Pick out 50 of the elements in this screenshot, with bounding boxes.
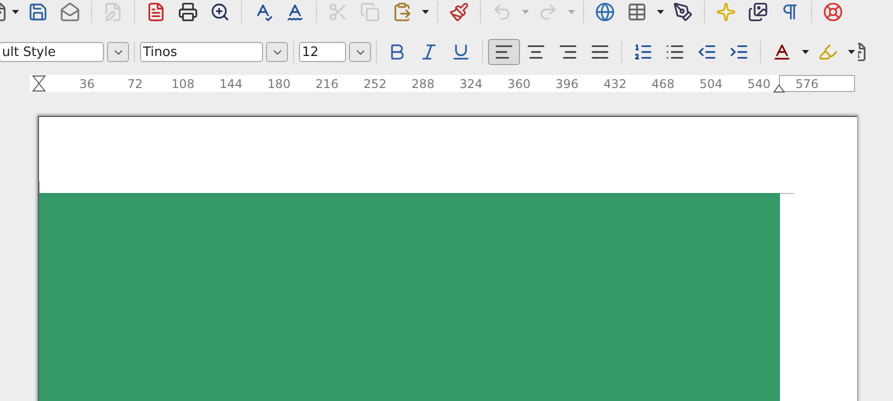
font-color-icon [772, 42, 792, 62]
ruler-label: 36 [79, 76, 95, 90]
caret-icon [422, 10, 428, 14]
print-preview-icon [210, 2, 230, 22]
caret-icon [848, 50, 854, 54]
numbered-list-icon [633, 42, 653, 62]
toolbar-button[interactable] [488, 39, 520, 65]
undo-icon [492, 2, 512, 22]
help-icon [823, 2, 843, 22]
combo-field[interactable]: 12 [299, 42, 346, 62]
ruler-label: 108 [172, 76, 194, 90]
ruler-label: 432 [604, 76, 626, 90]
ruler-label: 396 [556, 76, 578, 90]
table-icon [627, 2, 647, 22]
ruler-label: 288 [412, 76, 434, 90]
ruler-label: 576 [796, 76, 818, 90]
star-icon [716, 2, 736, 22]
save-icon [28, 2, 48, 22]
gallery-icon [748, 2, 768, 22]
caret-icon [656, 10, 664, 14]
pdf-icon [146, 2, 166, 22]
ruler-label: 504 [700, 76, 722, 90]
caret-icon [802, 50, 808, 54]
combo-field[interactable]: Tinos [140, 42, 263, 62]
paintbrush-icon [449, 2, 469, 22]
combo-field[interactable]: ult Style [0, 42, 104, 62]
cut-icon [328, 2, 348, 22]
highlighter-icon [818, 42, 838, 62]
caret-icon [568, 10, 574, 14]
globe-icon [595, 2, 615, 22]
ruler-label: 72 [127, 76, 143, 90]
printer-icon [178, 2, 198, 22]
pen-icon [673, 2, 693, 22]
ruler-label: 360 [508, 76, 530, 90]
copy-icon [360, 2, 380, 22]
underline-icon [451, 42, 471, 62]
ruler-label: 252 [364, 76, 386, 90]
ruler-label: 144 [220, 76, 242, 90]
ruler-label: 180 [268, 76, 290, 90]
paste-icon [392, 2, 412, 22]
caret-icon [12, 10, 18, 14]
redo-icon [538, 2, 558, 22]
autospellcheck-icon [285, 2, 305, 22]
ruler-label: 216 [316, 76, 338, 90]
ruler-label: 540 [748, 76, 770, 90]
ruler-label: 468 [652, 76, 674, 90]
envelope-icon [60, 2, 80, 22]
document-edit-icon [103, 2, 123, 22]
ruler-label: 324 [460, 76, 482, 90]
caret-icon [522, 10, 528, 14]
